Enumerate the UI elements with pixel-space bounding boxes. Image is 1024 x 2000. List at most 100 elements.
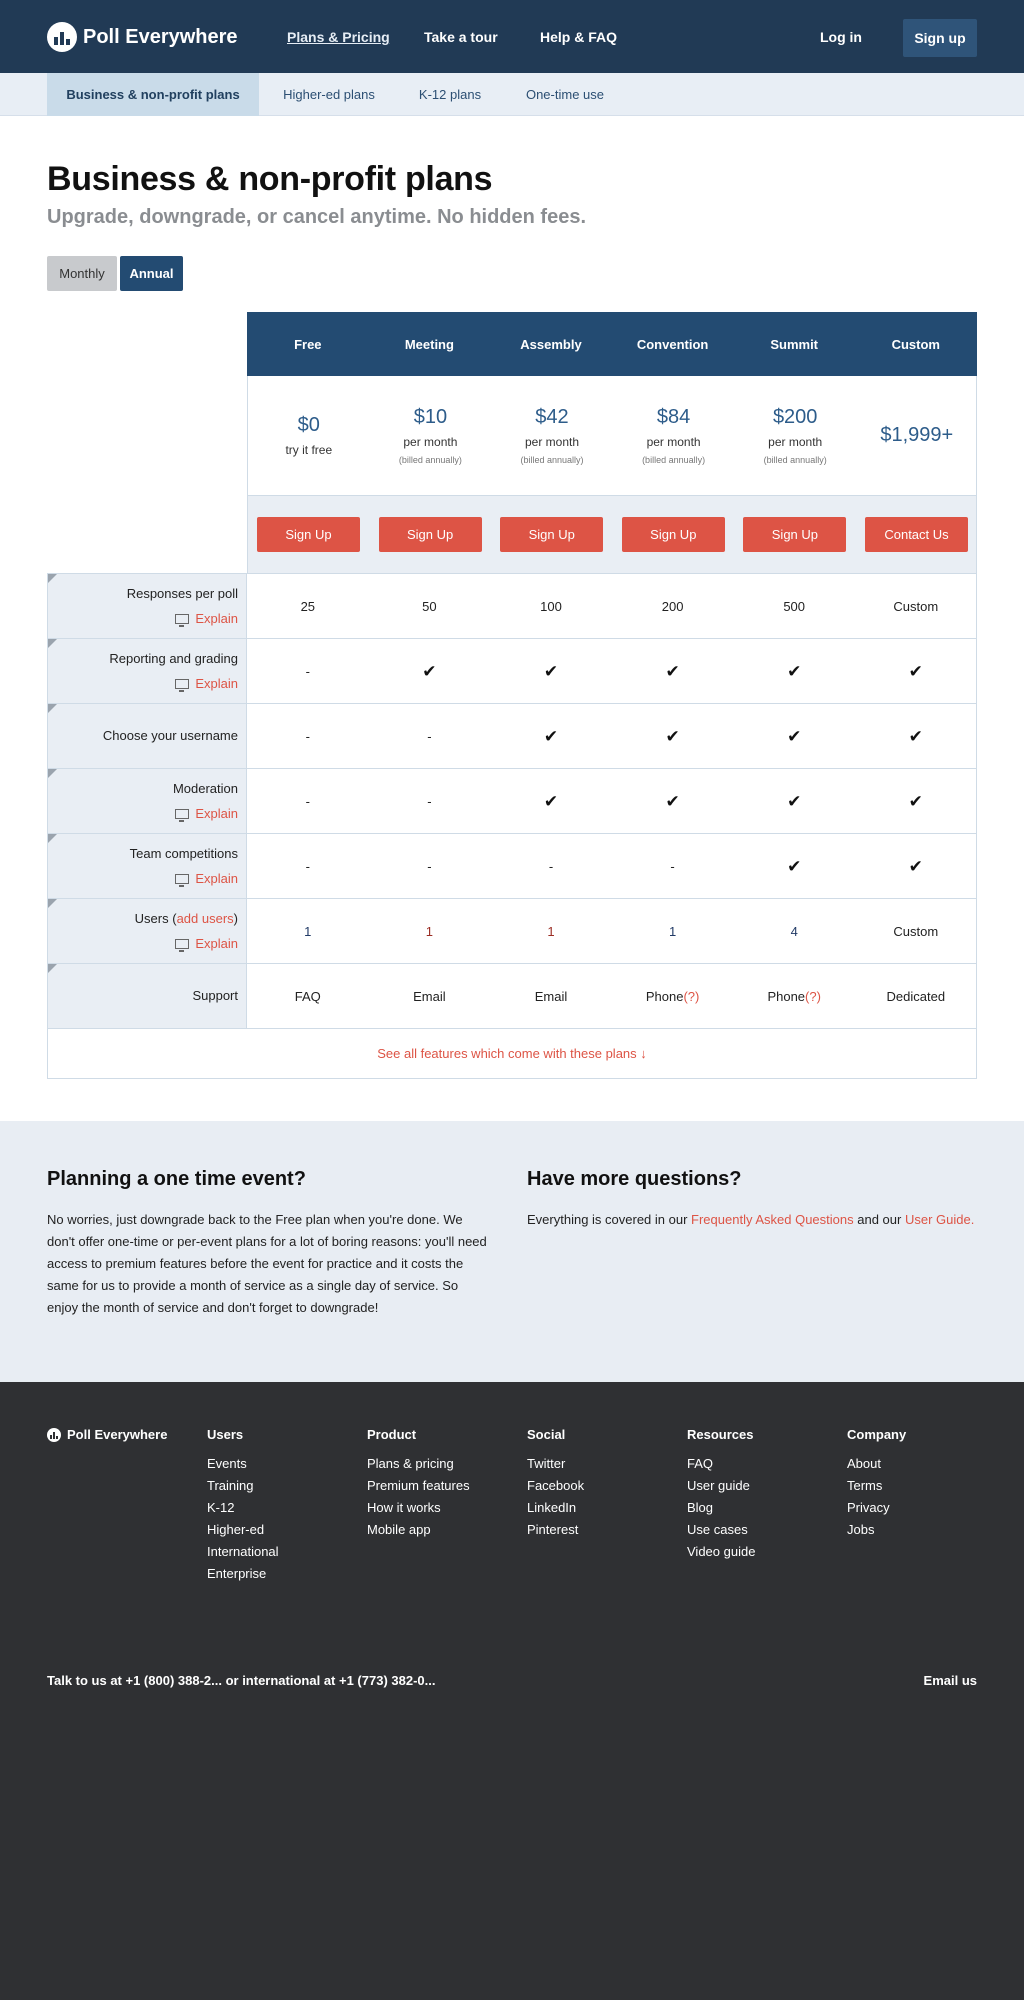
feature-value: - bbox=[305, 729, 310, 744]
help-tooltip-icon[interactable]: (?) bbox=[683, 989, 699, 1004]
feature-value: - bbox=[548, 859, 554, 874]
feature-name: Responses per poll bbox=[126, 586, 238, 601]
billing-annual-toggle[interactable]: Annual bbox=[120, 256, 183, 291]
footer-link[interactable]: Use cases bbox=[687, 1522, 755, 1538]
footer-column-users: Users Events Training K-12 Higher-ed Internat… bbox=[207, 1427, 279, 1588]
plan-price: $1,999+ bbox=[880, 424, 954, 446]
explain-label: Explain bbox=[195, 806, 238, 821]
feature-row: Responses per poll Explain 25 50 100 200 500 Cu… bbox=[47, 573, 977, 639]
plan-price-cell-assembly: $42 per month (billed annually) bbox=[491, 376, 613, 495]
explain-link[interactable]: Explain bbox=[175, 806, 238, 822]
feature-value: Email bbox=[413, 989, 446, 1004]
footer-link[interactable]: Higher-ed bbox=[207, 1522, 279, 1538]
plan-name-summit: Summit bbox=[770, 336, 819, 352]
feature-row: Team competitions Explain - - - - ✔ ✔ bbox=[47, 833, 977, 899]
footer-link[interactable]: Twitter bbox=[527, 1456, 584, 1472]
footer-column-product: Product Plans & pricing Premium features Ho… bbox=[367, 1427, 470, 1544]
nav-plans-pricing[interactable]: Plans & Pricing bbox=[287, 29, 390, 45]
footer-link[interactable]: About bbox=[847, 1456, 906, 1472]
add-users-link[interactable]: add users bbox=[177, 911, 234, 926]
login-link[interactable]: Log in bbox=[820, 29, 862, 45]
tab-one-time-use[interactable]: One-time use bbox=[506, 73, 624, 116]
monitor-icon bbox=[175, 678, 190, 692]
see-all-features-link[interactable]: See all features which come with these p… bbox=[47, 1028, 977, 1079]
user-guide-link[interactable]: User Guide. bbox=[905, 1212, 974, 1227]
footer-link[interactable]: Facebook bbox=[527, 1478, 584, 1494]
feature-value: - bbox=[305, 664, 310, 679]
feature-label-cell: Choose your username bbox=[47, 704, 247, 769]
feature-value: - bbox=[427, 859, 432, 874]
questions-text-part: and our bbox=[853, 1212, 905, 1227]
checkmark-icon: ✔ bbox=[787, 856, 802, 876]
feature-row: Moderation Explain - - ✔ ✔ ✔ ✔ bbox=[47, 768, 977, 834]
top-navbar: Poll Everywhere Plans & Pricing Take a t… bbox=[0, 0, 1024, 73]
feature-label-cell: Team competitions Explain bbox=[47, 834, 247, 899]
sign-up-button-free[interactable]: Sign Up bbox=[257, 517, 360, 552]
feature-label-cell: Responses per poll Explain bbox=[47, 574, 247, 639]
footer-column-title: Company bbox=[847, 1427, 907, 1442]
footer-link[interactable]: International bbox=[207, 1544, 279, 1560]
email-us-link[interactable]: Email us bbox=[924, 1673, 977, 1688]
faq-link[interactable]: Frequently Asked Questions bbox=[691, 1212, 854, 1227]
footer-link[interactable]: Terms bbox=[847, 1478, 906, 1494]
brand-logo[interactable]: Poll Everywhere bbox=[47, 22, 238, 52]
footer-brand-logo[interactable]: Poll Everywhere bbox=[47, 1427, 167, 1442]
tab-higher-ed[interactable]: Higher-ed plans bbox=[264, 73, 394, 116]
feature-value: Phone (?) bbox=[767, 989, 821, 1004]
footer-link[interactable]: Blog bbox=[687, 1500, 755, 1516]
footer-link[interactable]: Plans & pricing bbox=[367, 1456, 470, 1472]
checkmark-icon: ✔ bbox=[908, 726, 923, 746]
feature-row: Users (add users) Explain 1 1 1 1 4 Custom bbox=[47, 898, 977, 964]
plan-price: $200 bbox=[772, 406, 818, 428]
plan-period: per month bbox=[524, 435, 579, 449]
footer-link[interactable]: FAQ bbox=[687, 1456, 755, 1472]
feature-value: 4 bbox=[790, 924, 798, 939]
feature-value: FAQ bbox=[294, 989, 321, 1004]
footer-link[interactable]: K-12 bbox=[207, 1500, 279, 1516]
footer-link[interactable]: How it works bbox=[367, 1500, 470, 1516]
footer: Poll Everywhere Users Events Training K-12 H… bbox=[0, 1382, 1024, 2000]
explain-link[interactable]: Explain bbox=[175, 611, 238, 627]
footer-link[interactable]: Video guide bbox=[687, 1544, 755, 1560]
feature-value: - bbox=[670, 859, 675, 874]
billing-monthly-toggle[interactable]: Monthly bbox=[47, 256, 117, 291]
feature-value: 50 bbox=[422, 599, 437, 614]
contact-us-button-custom[interactable]: Contact Us bbox=[865, 517, 968, 552]
footer-link[interactable]: Jobs bbox=[847, 1522, 906, 1538]
footer-link[interactable]: Privacy bbox=[847, 1500, 906, 1516]
footer-link[interactable]: Events bbox=[207, 1456, 279, 1472]
nav-take-a-tour[interactable]: Take a tour bbox=[424, 29, 498, 45]
feature-value: 1 bbox=[425, 924, 433, 939]
tab-business-nonprofit[interactable]: Business & non-profit plans bbox=[47, 73, 259, 116]
footer-link[interactable]: Pinterest bbox=[527, 1522, 584, 1538]
footer-column-title: Users bbox=[207, 1427, 244, 1442]
explain-link[interactable]: Explain bbox=[175, 676, 238, 692]
explain-link[interactable]: Explain bbox=[175, 871, 238, 887]
footer-link[interactable]: Enterprise bbox=[207, 1566, 279, 1582]
signup-button[interactable]: Sign up bbox=[903, 19, 977, 57]
plan-price-row: $0 try it free $10 per month (billed annuall… bbox=[247, 376, 977, 495]
sign-up-button-summit[interactable]: Sign Up bbox=[743, 517, 847, 552]
plan-type-tabs: Business & non-profit plans Higher-ed pl… bbox=[0, 73, 1024, 116]
nav-help-faq[interactable]: Help & FAQ bbox=[540, 29, 617, 45]
sign-up-button-convention[interactable]: Sign Up bbox=[621, 517, 725, 552]
feature-name: Team competitions bbox=[129, 846, 238, 861]
footer-link[interactable]: LinkedIn bbox=[527, 1500, 584, 1516]
footer-link[interactable]: User guide bbox=[687, 1478, 755, 1494]
tab-k12[interactable]: K-12 plans bbox=[404, 73, 496, 116]
help-tooltip-icon[interactable]: (?) bbox=[805, 989, 821, 1004]
more-questions-heading: Have more questions? bbox=[527, 1168, 742, 1190]
footer-link[interactable]: Training bbox=[207, 1478, 279, 1494]
sign-up-button-assembly[interactable]: Sign Up bbox=[500, 517, 604, 552]
footer-link[interactable]: Premium features bbox=[367, 1478, 470, 1494]
feature-value: Custom bbox=[893, 599, 939, 614]
feature-value: 200 bbox=[661, 599, 684, 614]
monitor-icon bbox=[175, 938, 190, 952]
footer-link[interactable]: Mobile app bbox=[367, 1522, 470, 1538]
checkmark-icon: ✔ bbox=[908, 661, 923, 681]
feature-values: - - ✔ ✔ ✔ ✔ bbox=[247, 769, 977, 834]
explain-link[interactable]: Explain bbox=[175, 936, 238, 952]
feature-value: 1 bbox=[304, 924, 312, 939]
sign-up-button-meeting[interactable]: Sign Up bbox=[378, 517, 482, 552]
plan-price: $10 bbox=[413, 406, 448, 428]
